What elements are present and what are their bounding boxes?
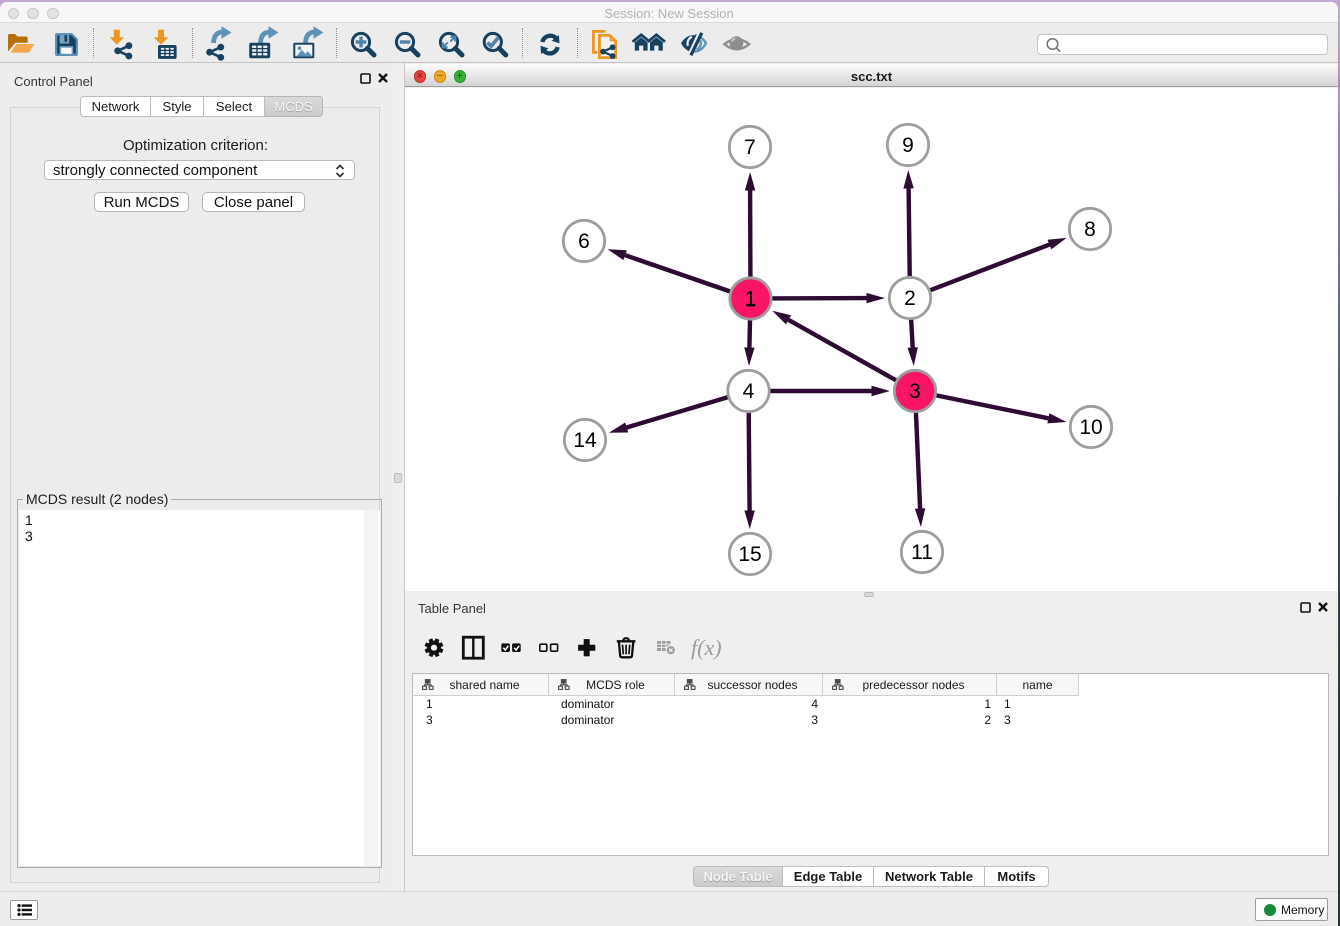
svg-text:11: 11	[911, 541, 933, 564]
svg-text:4: 4	[743, 380, 755, 403]
svg-text:10: 10	[1079, 416, 1102, 439]
svg-text:1: 1	[745, 288, 757, 311]
svg-text:7: 7	[744, 136, 756, 159]
svg-text:9: 9	[902, 134, 914, 157]
svg-text:8: 8	[1084, 218, 1096, 241]
svg-text:3: 3	[909, 380, 921, 403]
svg-text:6: 6	[578, 230, 590, 253]
svg-text:14: 14	[573, 429, 597, 452]
svg-text:15: 15	[738, 543, 761, 566]
svg-text:2: 2	[904, 287, 916, 310]
svg-text:f(x): f(x)	[691, 635, 722, 660]
